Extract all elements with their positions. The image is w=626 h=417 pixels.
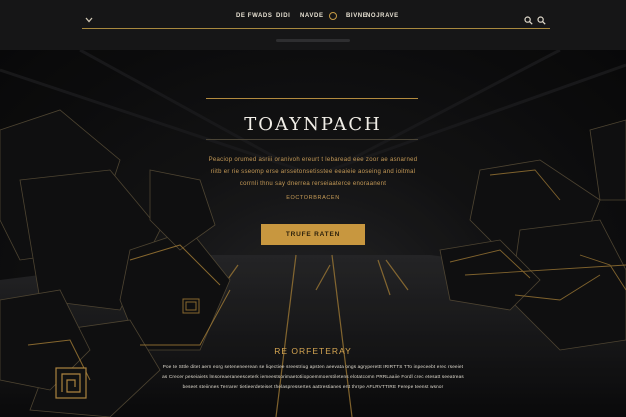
nav-link-5[interactable]: NOJRAVE <box>366 13 406 19</box>
nav-divider <box>82 28 550 29</box>
cta-button[interactable]: TRUFE RATEN <box>261 224 365 245</box>
section-title: RE ORFETERAY <box>274 346 352 356</box>
hero-subtitle: EOCTORBRACEN <box>286 195 340 201</box>
hero-title-underline <box>206 139 418 140</box>
search-icon[interactable] <box>524 12 533 25</box>
section-text: Poe te Sttle ditet aern eorg seteneneere… <box>162 364 464 389</box>
hero-description: Peaciop orumed asriii oranivoh ereurt t … <box>208 157 418 187</box>
hero-section: TOAYNPACH Peaciop orumed asriii oranivoh… <box>0 50 626 417</box>
top-navigation-bar: DE FWADS DIDI NAVDE BIVNE NOJRAVE <box>0 0 626 50</box>
nav-link-4[interactable]: BIVNE <box>346 13 367 19</box>
nav-active-indicator <box>276 39 350 42</box>
nav-link-1[interactable]: DE FWADS <box>236 13 276 19</box>
nav-link-3[interactable]: NAVDE <box>300 13 326 19</box>
search-icon[interactable] <box>537 12 546 25</box>
hero-title: TOAYNPACH <box>244 114 382 135</box>
nav-links: DE FWADS DIDI NAVDE BIVNE NOJRAVE <box>236 13 406 19</box>
nav-link-2[interactable]: DIDI <box>276 13 300 19</box>
chevron-down-icon[interactable] <box>84 12 94 23</box>
ring-icon[interactable] <box>329 12 337 20</box>
hero-top-rule <box>206 98 418 99</box>
